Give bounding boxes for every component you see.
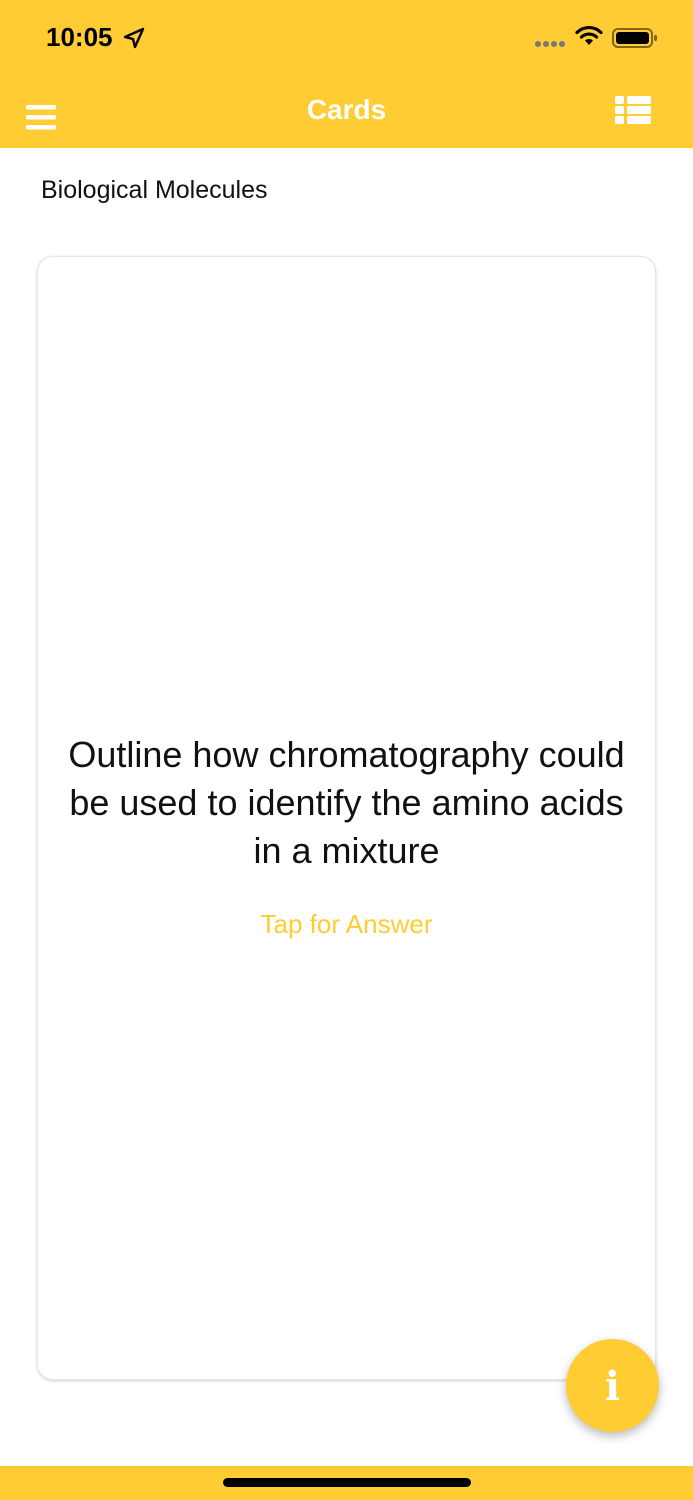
tap-for-answer-hint[interactable]: Tap for Answer	[38, 909, 655, 940]
battery-icon	[612, 28, 657, 48]
wifi-icon	[575, 25, 603, 45]
deck-title: Biological Molecules	[41, 176, 268, 204]
bottom-bar	[0, 1466, 693, 1500]
nav-bar: Cards	[0, 78, 693, 148]
status-bar: 10:05	[0, 0, 693, 78]
home-indicator[interactable]	[223, 1478, 471, 1487]
flashcard[interactable]: Outline how chromatography could be used…	[37, 256, 656, 1380]
info-icon: i	[604, 1363, 621, 1410]
status-time: 10:05	[46, 22, 113, 52]
info-button[interactable]: i	[566, 1339, 659, 1432]
signal-dots-icon	[535, 41, 565, 47]
page-title: Cards	[306, 94, 387, 125]
card-question: Outline how chromatography could be used…	[68, 734, 625, 871]
location-arrow-icon	[123, 27, 145, 49]
list-view-icon[interactable]	[614, 94, 652, 126]
